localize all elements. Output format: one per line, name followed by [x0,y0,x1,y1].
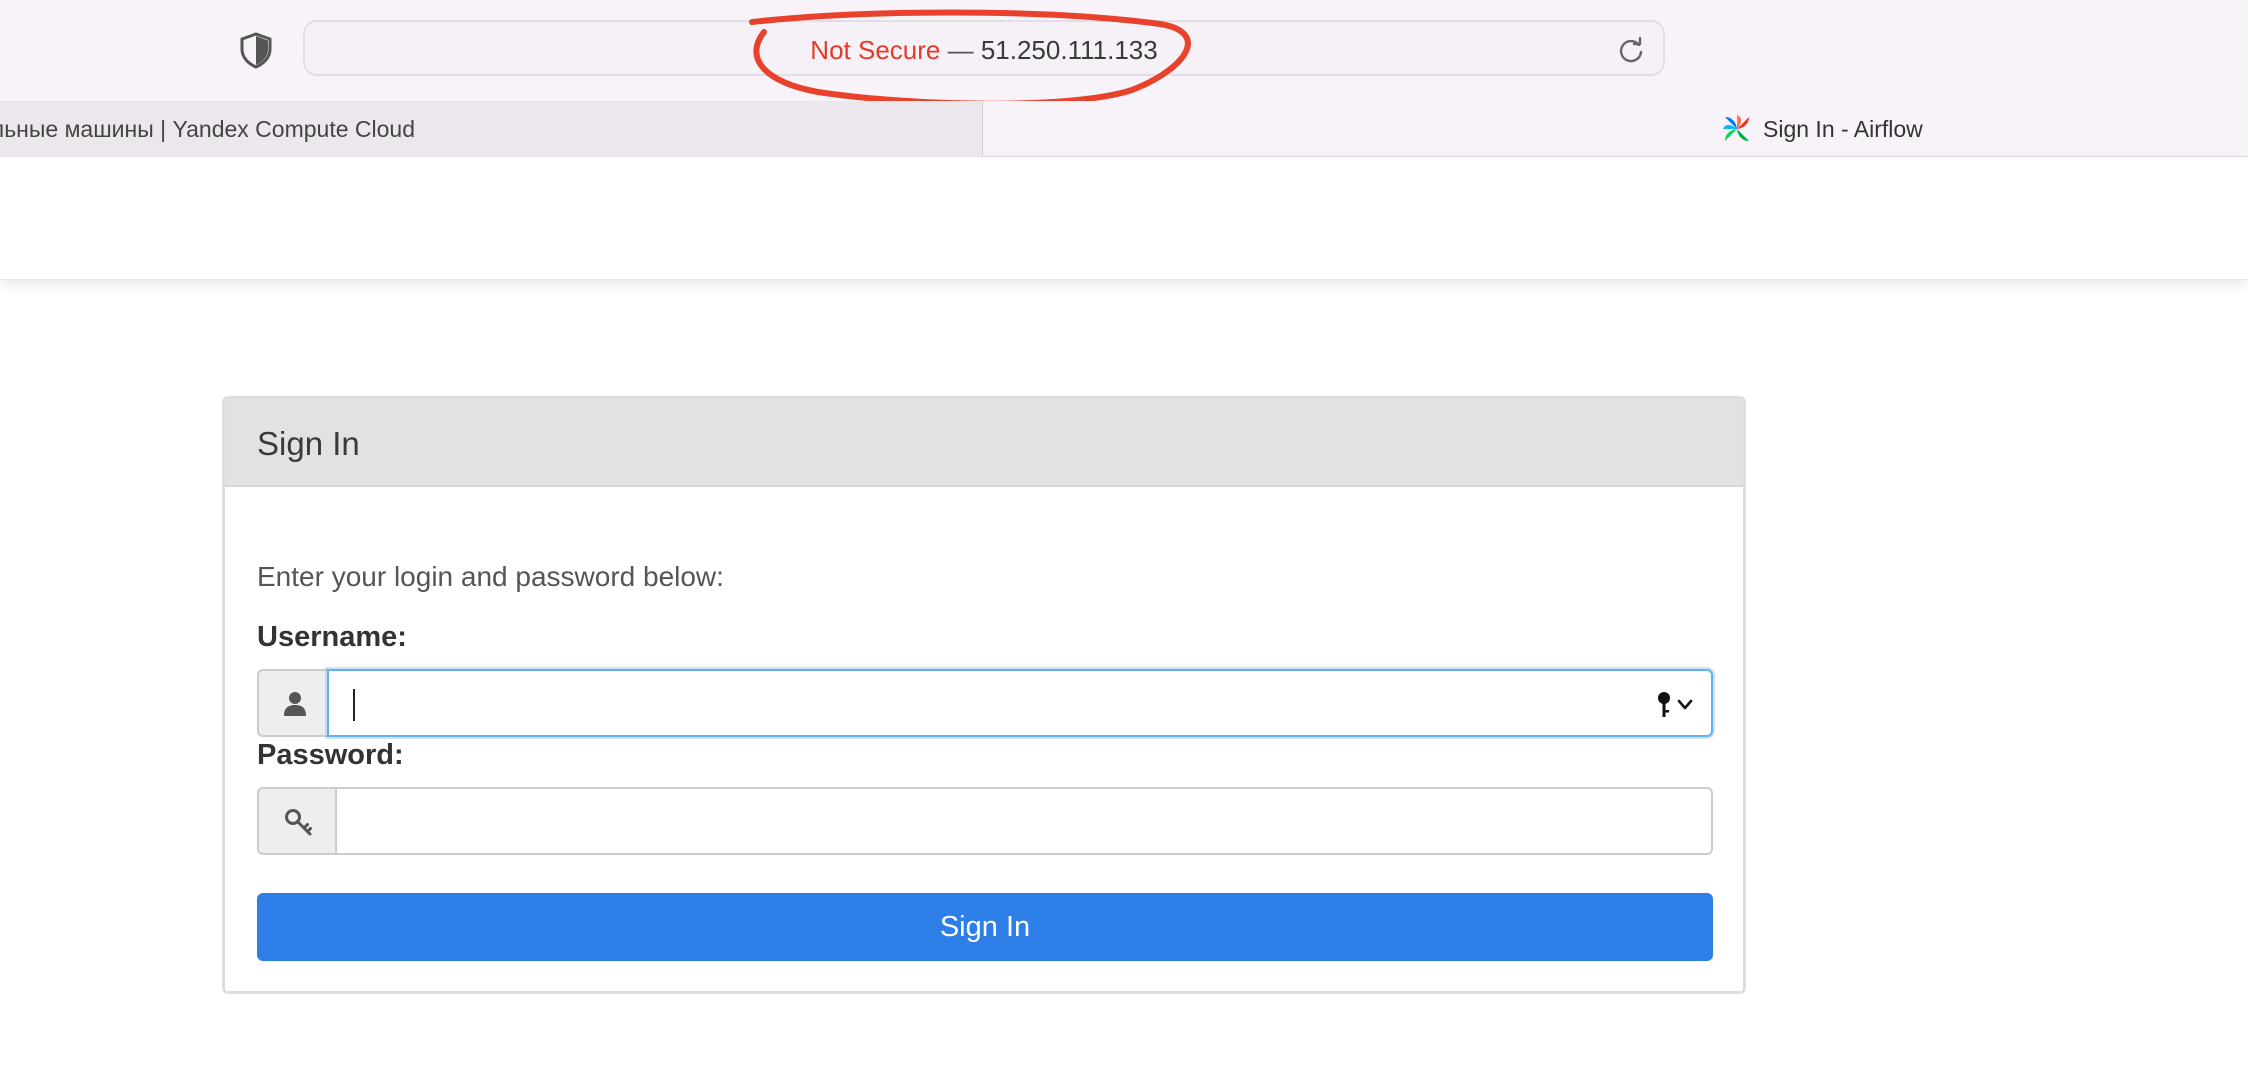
reload-icon[interactable] [1615,34,1647,66]
browser-toolbar: Not Secure — 51.250.111.133 [0,0,2248,107]
url-separator: — [940,35,981,65]
not-secure-label: Not Secure [810,35,941,65]
address-bar[interactable]: Not Secure — 51.250.111.133 [303,20,1665,76]
tab-strip: льные машины | Yandex Compute Cloud Sign… [0,101,2248,157]
key-icon [285,809,312,836]
username-addon [257,669,329,737]
user-icon [284,692,306,716]
address-bar-text[interactable]: Not Secure — 51.250.111.133 [305,35,1663,66]
password-label: Password: [257,739,404,771]
password-manager-key-icon[interactable] [1655,691,1695,719]
panel-heading: Sign In [225,399,1743,487]
username-label: Username: [257,621,407,653]
tab-yandex-cloud[interactable]: льные машины | Yandex Compute Cloud [0,101,983,157]
password-addon [257,787,337,855]
tab-label: льные машины | Yandex Compute Cloud [0,116,415,142]
username-input-group [257,669,1713,737]
sign-in-button[interactable]: Sign In [257,893,1713,961]
sign-in-panel: Sign In Enter your login and password be… [222,396,1746,994]
password-input-group [257,787,1713,855]
url-host: 51.250.111.133 [980,35,1158,65]
panel-title: Sign In [257,425,360,462]
tracking-protection-shield-icon[interactable] [236,30,276,70]
airflow-pinwheel-icon [1723,115,1749,141]
page-navbar [0,158,2248,280]
text-caret [353,689,355,721]
password-input[interactable] [335,787,1713,855]
username-input[interactable] [327,669,1713,737]
tab-label: Sign In - Airflow [1763,116,1923,142]
tab-airflow-sign-in[interactable]: Sign In - Airflow [984,101,2248,157]
login-instructions: Enter your login and password below: [257,561,724,592]
